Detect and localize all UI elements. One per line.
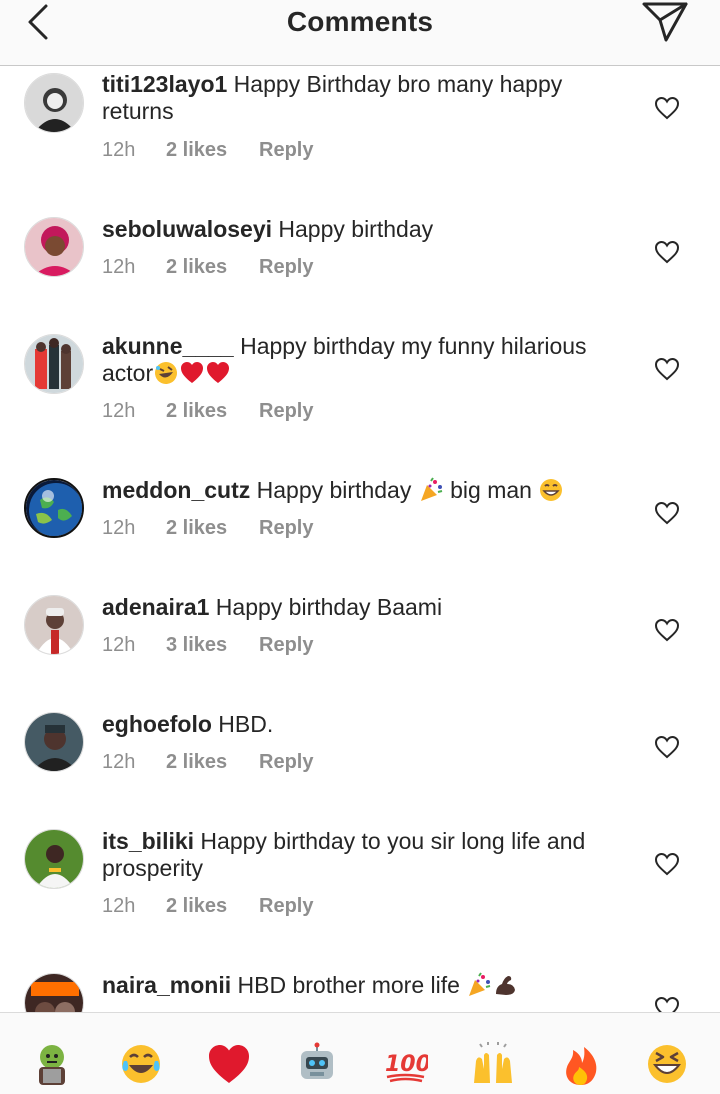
comment-username[interactable]: adenaira1 [102,594,209,620]
comment-username[interactable]: titi123layo1 [102,71,227,97]
grinning-emoji [540,479,563,501]
raising-hands-emoji-button[interactable] [470,1041,516,1087]
comment-meta: 12h 2 likes Reply [102,139,313,162]
comment-likes[interactable]: 2 likes [166,895,259,918]
red-heart-emoji [181,362,204,383]
comment-text: adenaira1 Happy birthday Baami [102,594,622,621]
comment-text: seboluwaloseyi Happy birthday [102,216,622,243]
comment-likes[interactable]: 2 likes [166,400,259,423]
comment-likes[interactable]: 2 likes [166,517,259,540]
comment-username[interactable]: meddon_cutz [102,477,250,503]
comment-likes[interactable]: 3 likes [166,634,259,657]
emoji-reaction-bar: 100 [0,1012,720,1094]
comment-text: eghoefolo HBD. [102,711,622,738]
grinning-squinting-emoji-button[interactable] [644,1041,690,1087]
comment-time: 12h [102,517,136,539]
comment-body-continued: big man [443,477,539,503]
comment-time: 12h [102,400,136,422]
heart-icon[interactable] [654,357,680,381]
avatar[interactable] [24,712,84,772]
comment-time: 12h [102,256,136,278]
avatar[interactable] [24,73,84,133]
comment-meta: 12h 2 likes Reply [102,256,313,279]
comment-meta: 12h 3 likes Reply [102,634,313,657]
heart-icon[interactable] [654,501,680,525]
page-title: Comments [286,6,434,37]
comment-username[interactable]: akunne____ [102,333,234,359]
reply-button[interactable]: Reply [259,400,313,423]
comment-body: HBD. [211,711,274,737]
comment-time: 12h [102,895,136,917]
comment-body: HBD brother more life [231,972,467,998]
comment-text: titi123layo1 Happy Birthday bro many hap… [102,71,622,125]
avatar[interactable] [24,217,84,277]
comment-likes[interactable]: 2 likes [166,139,259,162]
reply-button[interactable]: Reply [259,634,313,657]
party-popper-emoji [469,972,491,996]
reply-button[interactable]: Reply [259,139,313,162]
avatar[interactable] [24,595,84,655]
comment-list[interactable]: titi123layo1 Happy Birthday bro many hap… [0,67,720,1012]
comment-text: akunne____ Happy birthday my funny hilar… [102,333,622,387]
comment-meta: 12h 2 likes Reply [102,517,313,540]
svg-text:100: 100 [385,1052,428,1077]
hundred-points-emoji-button[interactable]: 100 [382,1041,428,1087]
heart-icon[interactable] [654,96,680,120]
comment-meta: 12h 2 likes Reply [102,895,313,918]
avatar[interactable] [24,829,84,889]
comment-time: 12h [102,751,136,773]
comment-username[interactable]: naira_monii [102,972,231,998]
reply-button[interactable]: Reply [259,517,313,540]
heart-icon[interactable] [654,240,680,264]
reply-button[interactable]: Reply [259,256,313,279]
paper-plane-icon[interactable] [640,0,690,44]
heart-icon[interactable] [654,735,680,759]
robot-emoji-button[interactable] [294,1041,340,1087]
zombie-emoji-button[interactable] [29,1041,75,1087]
reply-button[interactable]: Reply [259,895,313,918]
avatar[interactable] [24,334,84,394]
comment-time: 12h [102,634,136,656]
comment-text: meddon_cutz Happy birthday big man [102,477,622,504]
comment-body: Happy birthday Baami [209,594,443,620]
red-heart-emoji-button[interactable] [206,1041,252,1087]
rolling-laughing-emoji [155,362,178,384]
comment-text: naira_monii HBD brother more life [102,972,622,999]
comment-text: its_biliki Happy birthday to you sir lon… [102,828,622,882]
avatar[interactable] [24,478,84,538]
tears-of-joy-emoji-button[interactable] [118,1041,164,1087]
comment-username[interactable]: seboluwaloseyi [102,216,272,242]
comment-likes[interactable]: 2 likes [166,751,259,774]
fire-emoji-button[interactable] [558,1041,604,1087]
comment-body: Happy birthday [250,477,412,503]
red-heart-emoji [207,362,230,383]
header-bar: Comments [0,0,720,66]
heart-icon[interactable] [654,996,680,1012]
comment-likes[interactable]: 2 likes [166,256,259,279]
comment-time: 12h [102,139,136,161]
comment-username[interactable]: eghoefolo [102,711,212,737]
comment-body: Happy birthday [272,216,434,242]
flexed-biceps-emoji [496,976,516,995]
heart-icon[interactable] [654,852,680,876]
comment-meta: 12h 2 likes Reply [102,400,313,423]
reply-button[interactable]: Reply [259,751,313,774]
comment-meta: 12h 2 likes Reply [102,751,313,774]
party-popper-emoji [420,477,442,501]
avatar[interactable] [24,973,84,1012]
comment-username[interactable]: its_biliki [102,828,194,854]
heart-icon[interactable] [654,618,680,642]
